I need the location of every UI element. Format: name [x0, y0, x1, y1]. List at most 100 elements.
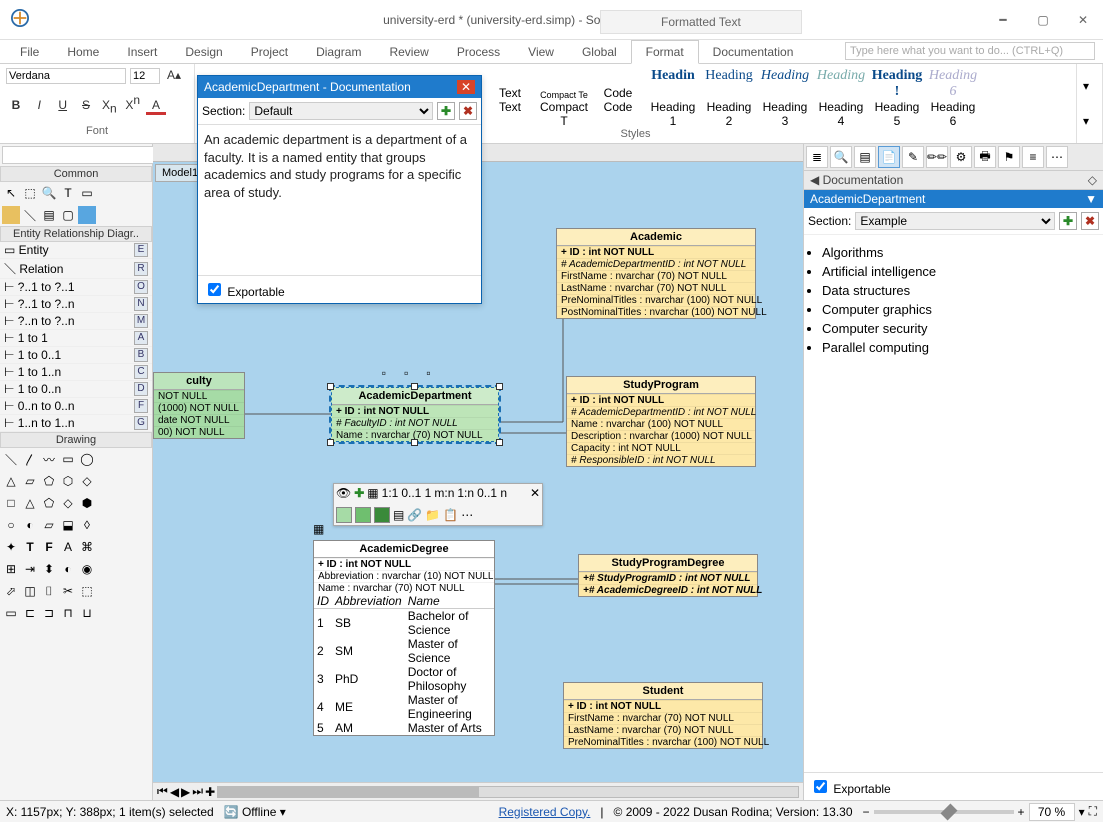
entity-academic-degree[interactable]: AcademicDegree + ID : int NOT NULL Abbre…	[313, 540, 495, 736]
anchor-icon[interactable]: ▫	[404, 366, 408, 380]
line-tool-icon[interactable]: ＼	[21, 206, 39, 224]
panel-btn-10[interactable]: ≡	[1022, 146, 1044, 168]
shape-x-icon[interactable]: ◫	[21, 582, 39, 600]
menu-documentation[interactable]: Documentation	[699, 41, 808, 63]
shape-w-icon[interactable]: ⬀	[2, 582, 20, 600]
shape-rect-icon[interactable]: ▭	[59, 450, 77, 468]
menu-project[interactable]: Project	[237, 41, 302, 63]
panel-btn-3[interactable]: ▤	[854, 146, 876, 168]
entity-student[interactable]: Student + ID : int NOT NULL FirstName : …	[563, 682, 763, 749]
mini-doc-icon[interactable]: ▤	[393, 508, 404, 522]
color1-icon[interactable]	[2, 206, 20, 224]
heading1-style[interactable]: Headin	[647, 68, 699, 100]
subscript-button[interactable]: Xn	[99, 98, 119, 115]
mini-close-icon[interactable]: ✕	[530, 486, 540, 500]
drawing-header[interactable]: Drawing	[0, 432, 152, 448]
doc-editor-body[interactable]: An academic department is a department o…	[198, 125, 481, 275]
pointer-tool-icon[interactable]: ↖	[2, 184, 20, 202]
minimize-button[interactable]: ━	[983, 0, 1023, 40]
shape-t-icon[interactable]: ⬍	[40, 560, 58, 578]
shape-z-icon[interactable]: ✂	[59, 582, 77, 600]
zoom-slider[interactable]	[874, 810, 1014, 814]
panel-btn-more[interactable]: ⋯	[1046, 146, 1068, 168]
doc-panel-delete-button[interactable]: ✖	[1081, 212, 1099, 230]
shape-polyline-icon[interactable]: 〳	[21, 450, 39, 468]
shape-ae-icon[interactable]: ⊓	[59, 604, 77, 622]
shape-l-icon[interactable]: ◐	[21, 516, 39, 534]
doc-editor-section-select[interactable]: Default	[249, 102, 433, 120]
shape-d-icon[interactable]: ⬡	[59, 472, 77, 490]
canvas-scrollbar[interactable]: ⏮◀▶⏭ ✚	[153, 782, 803, 800]
shape-af-icon[interactable]: ⊔	[78, 604, 96, 622]
menu-global[interactable]: Global	[568, 41, 631, 63]
mini-folder-icon[interactable]: 📁	[425, 508, 440, 522]
heading4-style[interactable]: Heading	[815, 68, 867, 100]
tool-1to1n[interactable]: ⊢ 1 to 1..nC	[0, 364, 152, 381]
nav-next-icon[interactable]: ▶	[181, 785, 190, 799]
shape-q-icon[interactable]: ⌘	[78, 538, 96, 556]
grid-toggle-icon[interactable]: ▦	[313, 522, 324, 536]
tool-0nto0n[interactable]: ⊢ 0..n to 0..nF	[0, 398, 152, 415]
zoom-tool-icon[interactable]: 🔍	[40, 184, 58, 202]
shape-o-icon[interactable]: ◊	[78, 516, 96, 534]
entity-academic[interactable]: Academic + ID : int NOT NULL # AcademicD…	[556, 228, 756, 319]
shape-j-icon[interactable]: ⬢	[78, 494, 96, 512]
tool-1to1[interactable]: ⊢ 1 to 1A	[0, 330, 152, 347]
ribbon-collapse-icon[interactable]: ▾	[1083, 79, 1096, 93]
nav-prev-icon[interactable]: ◀	[170, 785, 179, 799]
tool-1nto1n[interactable]: ⊢ 1..n to 1..nG	[0, 415, 152, 432]
nav-last-icon[interactable]: ⏭	[192, 784, 203, 799]
heading5-style[interactable]: Heading !	[871, 68, 923, 100]
status-registered[interactable]: Registered Copy.	[499, 805, 591, 819]
anchor-icon[interactable]: ▫	[382, 366, 386, 380]
style-compact-prev[interactable]: Compact Te	[539, 90, 589, 100]
menu-review[interactable]: Review	[375, 41, 442, 63]
font-grow-icon[interactable]: A▴	[164, 68, 184, 84]
shape-h-icon[interactable]: ⬠	[40, 494, 58, 512]
mini-paste-icon[interactable]: 📋	[443, 508, 458, 522]
shape-c-icon[interactable]: ⬠	[40, 472, 58, 490]
mini-grid-icon[interactable]: ▦	[367, 486, 378, 500]
menu-process[interactable]: Process	[443, 41, 514, 63]
bold-button[interactable]: B	[6, 98, 26, 112]
italic-button[interactable]: I	[29, 98, 49, 112]
shape-ac-icon[interactable]: ⊏	[21, 604, 39, 622]
shape-T-icon[interactable]: T	[21, 538, 39, 556]
menu-home[interactable]: Home	[53, 41, 113, 63]
shape-u-icon[interactable]: ◐	[59, 560, 77, 578]
doc-panel-section-select[interactable]: Example	[855, 212, 1055, 230]
menu-insert[interactable]: Insert	[113, 41, 171, 63]
panel-btn-1[interactable]: ≣	[806, 146, 828, 168]
tool-relation[interactable]: ＼ RelationR	[0, 259, 152, 279]
hand-tool-icon[interactable]: ⬚	[21, 184, 39, 202]
panel-btn-6[interactable]: ✏✏	[926, 146, 948, 168]
heading6-style[interactable]: Heading 6	[927, 68, 979, 100]
shape-ad-icon[interactable]: ⊐	[40, 604, 58, 622]
style-text-prev[interactable]: Text	[485, 86, 535, 100]
font-color-button[interactable]: A	[146, 98, 166, 115]
doc-editor-close[interactable]: ✕	[457, 80, 475, 94]
mini-0n[interactable]: 0..1 n	[477, 486, 507, 500]
swatch-green2[interactable]	[355, 507, 371, 523]
doc-panel-add-button[interactable]: ✚	[1059, 212, 1077, 230]
fullscreen-icon[interactable]: ⛶	[1089, 804, 1097, 819]
container-tool-icon[interactable]: ▭	[78, 184, 96, 202]
superscript-button[interactable]: Xn	[123, 93, 143, 112]
style-code-prev[interactable]: Code	[593, 86, 643, 100]
shape-g-icon[interactable]: △	[21, 494, 39, 512]
shape-curve-icon[interactable]: 〰	[40, 450, 58, 468]
shape-p-icon[interactable]: ✦	[2, 538, 20, 556]
text-tool-icon[interactable]: T	[59, 184, 77, 202]
panel-btn-9[interactable]: ⚑	[998, 146, 1020, 168]
mini-add-icon[interactable]: ✚	[354, 486, 364, 500]
shape-m-icon[interactable]: ▱	[40, 516, 58, 534]
context-tab[interactable]: Formatted Text	[600, 10, 802, 34]
erd-header[interactable]: Entity Relationship Diagr..	[0, 226, 152, 242]
shape-n-icon[interactable]: ⬓	[59, 516, 77, 534]
font-size-input[interactable]	[130, 68, 160, 84]
shape-r-icon[interactable]: ⊞	[2, 560, 20, 578]
tool-1to0n[interactable]: ⊢ 1 to 0..nD	[0, 381, 152, 398]
ribbon-options-icon[interactable]: ▾	[1083, 114, 1096, 128]
nav-add-icon[interactable]: ✚	[205, 785, 215, 799]
shape-v-icon[interactable]: ◉	[78, 560, 96, 578]
